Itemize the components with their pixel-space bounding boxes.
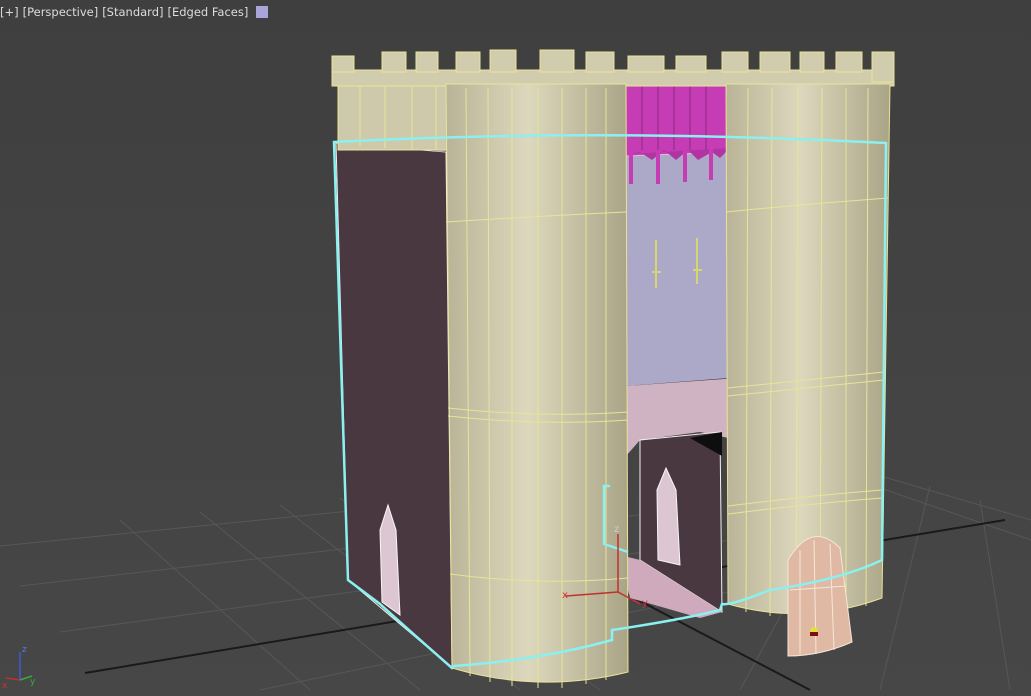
viewport-point-of-view-menu[interactable]: [Perspective]	[23, 5, 99, 19]
gizmo-y-label: y	[642, 598, 648, 609]
view-axis-tripod: z x y	[2, 645, 36, 691]
battlements	[331, 49, 895, 87]
viewport-color-swatch[interactable]	[256, 6, 269, 18]
viewport-general-menu[interactable]: [+]	[0, 5, 19, 19]
viewport-edged-faces-menu[interactable]: [Edged Faces]	[167, 5, 248, 19]
viewport-shading-menu[interactable]: [Standard]	[102, 5, 163, 19]
gizmo-x-label: x	[562, 590, 568, 601]
scene-canvas[interactable]: x y z z x y	[0, 0, 1031, 696]
viewport-label-menu[interactable]: [+] [Perspective] [Standard] [Edged Face…	[0, 4, 269, 20]
perspective-viewport[interactable]: x y z z x y [+] [Perspective] [Standard]…	[0, 0, 1031, 696]
view-axis-x-label: x	[2, 681, 8, 691]
gizmo-z-label: z	[614, 524, 619, 535]
right-tower[interactable]	[725, 83, 891, 619]
view-axis-y-label: y	[30, 677, 36, 687]
front-tower[interactable]	[445, 83, 629, 688]
view-axis-z-label: z	[22, 645, 27, 655]
